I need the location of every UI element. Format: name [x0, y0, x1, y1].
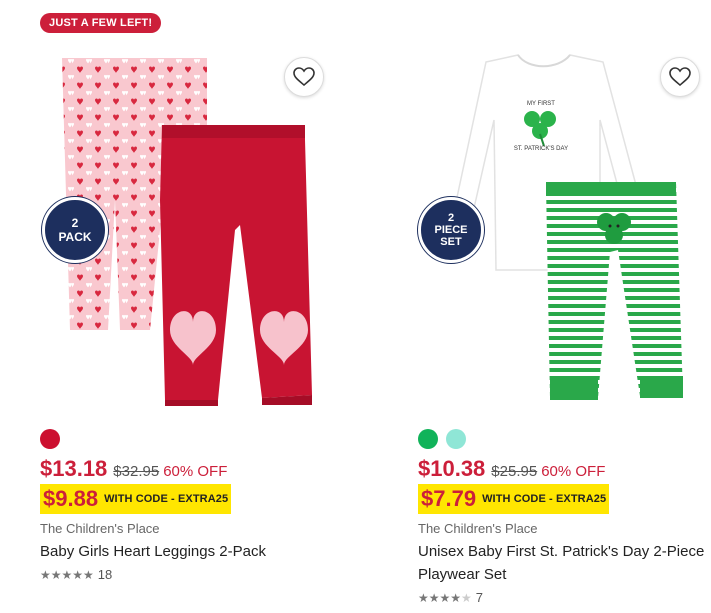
product-title[interactable]: Baby Girls Heart Leggings 2-Pack — [40, 540, 330, 563]
favorite-heart-icon[interactable] — [284, 57, 324, 97]
favorite-heart-icon[interactable] — [660, 57, 700, 97]
color-swatch-red[interactable] — [40, 429, 60, 449]
sale-price: $13.18 — [40, 456, 108, 481]
color-swatch-mint[interactable] — [446, 429, 466, 449]
review-count: 18 — [97, 567, 113, 582]
product-card[interactable]: JUST A FEW LEFT! 2 PACK $13.18 $32.95 60… — [0, 0, 340, 613]
discount-label: 60% OFF — [163, 463, 228, 480]
review-count: 7 — [475, 590, 484, 605]
promo-price: $9.88 — [43, 486, 99, 511]
promo-code-label: WITH CODE - EXTRA25 — [482, 493, 607, 505]
promo-price: $7.79 — [421, 486, 477, 511]
promo-code-label: WITH CODE - EXTRA25 — [104, 493, 229, 505]
product-card[interactable]: MY FIRST ST. PATRICK'S DAY 2 PIECE SET $… — [378, 0, 711, 613]
original-price: $25.95 — [491, 463, 538, 480]
rating[interactable]: ★★★★★ 18 — [40, 567, 112, 582]
price-row: $13.18 $32.95 60% OFF — [40, 456, 227, 482]
promo-price-banner: $9.88 WITH CODE - EXTRA25 — [40, 484, 232, 514]
product-title[interactable]: Unisex Baby First St. Patrick's Day 2-Pi… — [418, 540, 708, 586]
bodysuit-text: ST. PATRICK'S DAY — [514, 146, 568, 152]
pack-badge: 2 PIECE SET — [418, 197, 484, 263]
brand-name: The Children's Place — [40, 521, 160, 536]
original-price: $32.95 — [113, 463, 160, 480]
promo-price-banner: $7.79 WITH CODE - EXTRA25 — [418, 484, 610, 514]
just-a-few-left-badge: JUST A FEW LEFT! — [40, 13, 162, 33]
bodysuit-text: MY FIRST — [527, 101, 555, 107]
sale-price: $10.38 — [418, 456, 486, 481]
brand-name: The Children's Place — [418, 521, 538, 536]
price-row: $10.38 $25.95 60% OFF — [418, 456, 605, 482]
color-swatches — [40, 429, 60, 449]
star-rating-icon: ★★★★★ — [418, 590, 472, 605]
star-rating-icon: ★★★★★ — [40, 567, 94, 582]
pack-badge: 2 PACK — [42, 197, 108, 263]
rating[interactable]: ★★★★★ 7 — [418, 590, 483, 605]
color-swatch-green[interactable] — [418, 429, 438, 449]
discount-label: 60% OFF — [541, 463, 606, 480]
color-swatches — [418, 429, 466, 449]
